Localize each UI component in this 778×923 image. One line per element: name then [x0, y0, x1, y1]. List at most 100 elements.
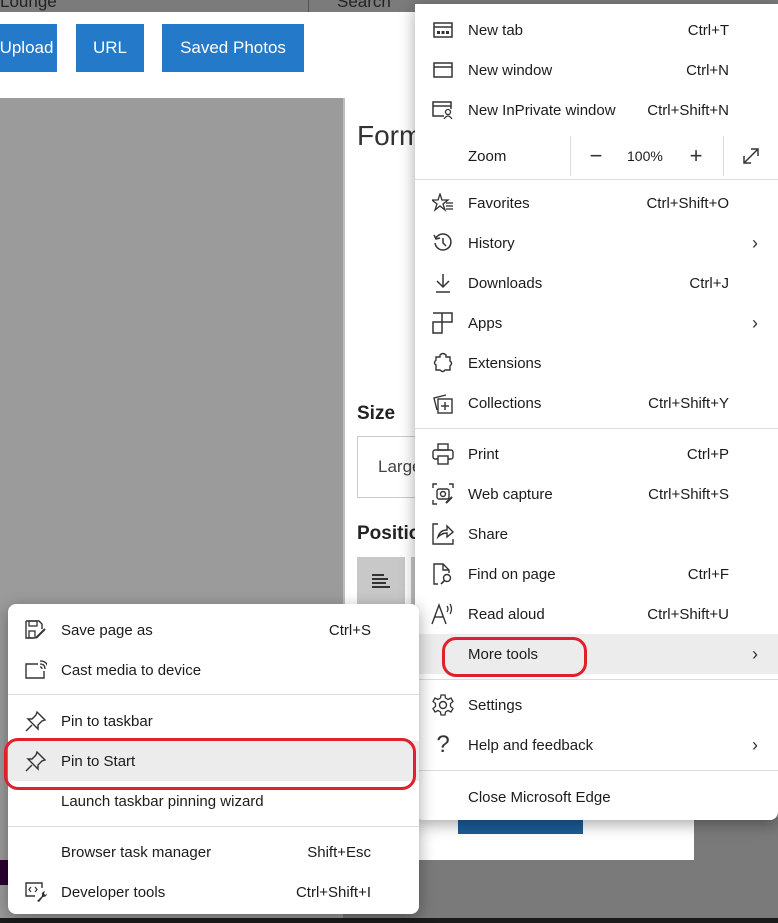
- shortcut: Ctrl+S: [328, 621, 371, 639]
- menu-item-label: Apps: [468, 314, 503, 332]
- menu-item-label: Favorites: [468, 194, 530, 212]
- menu-item-pin-to-start[interactable]: Pin to Start: [8, 741, 419, 781]
- tab-lounge[interactable]: Lounge: [0, 0, 57, 12]
- menu-item-label: Share: [468, 525, 509, 543]
- menu-item-print[interactable]: Print Ctrl+P: [415, 434, 778, 474]
- menu-item-label: Collections: [468, 394, 542, 412]
- menu-item-label: Find on page: [468, 565, 556, 583]
- menu-item-new-tab[interactable]: New tab Ctrl+T: [415, 10, 778, 50]
- menu-item-label: Print: [468, 445, 499, 463]
- inprivate-icon: [431, 98, 455, 122]
- menu-item-find-on-page[interactable]: Find on page Ctrl+F: [415, 554, 778, 594]
- menu-item-downloads[interactable]: Downloads Ctrl+J: [415, 263, 778, 303]
- menu-item-settings[interactable]: Settings: [415, 685, 778, 725]
- help-icon: ?: [436, 731, 450, 758]
- menu-item-developer-tools[interactable]: Developer tools Ctrl+Shift+I: [8, 872, 419, 912]
- size-label: Size: [357, 403, 396, 424]
- align-left-icon: [372, 574, 390, 588]
- shortcut: Ctrl+Shift+N: [647, 101, 729, 119]
- align-left-button[interactable]: [357, 557, 405, 605]
- menu-item-label: Web capture: [468, 485, 553, 503]
- fullscreen-icon: [743, 148, 759, 164]
- edge-settings-menu: New tab Ctrl+T New window Ctrl+N New InP…: [415, 4, 778, 820]
- pin-icon: [24, 749, 48, 773]
- upload-button[interactable]: Upload: [0, 24, 57, 72]
- zoom-out-button[interactable]: −: [582, 142, 610, 170]
- menu-item-label: Pin to Start: [61, 752, 136, 770]
- chevron-right-icon: ›: [752, 232, 758, 253]
- shortcut: Ctrl+P: [686, 445, 729, 463]
- menu-item-apps[interactable]: Apps ›: [415, 303, 778, 343]
- menu-item-label: Launch taskbar pinning wizard: [61, 792, 264, 810]
- menu-item-extensions[interactable]: Extensions: [415, 343, 778, 383]
- read-aloud-icon: [431, 602, 455, 626]
- shortcut: Shift+Esc: [307, 843, 371, 861]
- menu-item-browser-task-manager[interactable]: Browser task manager Shift+Esc: [8, 832, 419, 872]
- menu-item-save-page-as[interactable]: Save page as Ctrl+S: [8, 610, 419, 650]
- new-tab-icon: [431, 18, 455, 42]
- menu-item-label: New tab: [468, 21, 524, 39]
- menu-item-label: More tools: [468, 645, 539, 663]
- menu-item-pin-to-taskbar[interactable]: Pin to taskbar: [8, 701, 419, 741]
- zoom-control: Zoom − 100% +: [415, 136, 778, 176]
- shortcut: Ctrl+T: [687, 21, 729, 39]
- divider: [415, 770, 778, 771]
- divider: [723, 136, 724, 176]
- save-page-icon: [24, 618, 48, 642]
- tab-search[interactable]: Search: [337, 0, 391, 12]
- divider: [570, 136, 571, 176]
- shortcut: Ctrl+Shift+I: [295, 883, 371, 901]
- favorites-icon: [431, 191, 455, 215]
- menu-item-new-inprivate[interactable]: New InPrivate window Ctrl+Shift+N: [415, 90, 778, 130]
- menu-item-close-edge[interactable]: Close Microsoft Edge: [415, 777, 778, 817]
- zoom-label: Zoom: [468, 148, 507, 165]
- shortcut: Ctrl+Shift+O: [646, 194, 729, 212]
- menu-item-collections[interactable]: Collections Ctrl+Shift+Y: [415, 383, 778, 423]
- divider: [8, 826, 419, 827]
- menu-item-label: New window: [468, 61, 553, 79]
- find-icon: [431, 562, 455, 586]
- menu-item-label: Developer tools: [61, 883, 166, 901]
- saved-photos-button[interactable]: Saved Photos: [162, 24, 304, 72]
- divider: [308, 0, 309, 12]
- menu-item-label: Extensions: [468, 354, 542, 372]
- apps-icon: [431, 311, 455, 335]
- menu-item-new-window[interactable]: New window Ctrl+N: [415, 50, 778, 90]
- developer-tools-icon: [24, 880, 48, 904]
- menu-item-label: History: [468, 234, 515, 252]
- zoom-value: 100%: [627, 148, 663, 164]
- new-window-icon: [431, 58, 455, 82]
- fullscreen-button[interactable]: [737, 142, 765, 170]
- chevron-right-icon: ›: [752, 643, 758, 664]
- shortcut: Ctrl+N: [686, 61, 729, 79]
- chevron-right-icon: ›: [752, 734, 758, 755]
- downloads-icon: [431, 271, 455, 295]
- divider: [415, 679, 778, 680]
- menu-item-label: Cast media to device: [61, 661, 202, 679]
- menu-item-web-capture[interactable]: Web capture Ctrl+Shift+S: [415, 474, 778, 514]
- zoom-in-button[interactable]: +: [682, 142, 710, 170]
- menu-item-label: New InPrivate window: [468, 101, 616, 119]
- menu-item-more-tools[interactable]: More tools ›: [415, 634, 778, 674]
- menu-item-label: Settings: [468, 696, 523, 714]
- menu-item-label: Help and feedback: [468, 736, 594, 754]
- share-icon: [431, 522, 455, 546]
- menu-item-favorites[interactable]: Favorites Ctrl+Shift+O: [415, 183, 778, 223]
- url-button[interactable]: URL: [76, 24, 144, 72]
- menu-item-launch-pinning-wizard[interactable]: Launch taskbar pinning wizard: [8, 781, 419, 821]
- cast-icon: [24, 658, 48, 682]
- print-icon: [431, 442, 455, 466]
- menu-item-help-feedback[interactable]: ? Help and feedback ›: [415, 725, 778, 765]
- menu-item-share[interactable]: Share: [415, 514, 778, 554]
- shortcut: Ctrl+Shift+Y: [648, 394, 729, 412]
- screen: Lounge Search Upload URL Saved Photos Fo…: [0, 0, 778, 923]
- menu-item-history[interactable]: History ›: [415, 223, 778, 263]
- chevron-right-icon: ›: [752, 312, 758, 333]
- settings-icon: [431, 693, 455, 717]
- menu-item-label: Downloads: [468, 274, 543, 292]
- menu-item-label: Read aloud: [468, 605, 545, 623]
- menu-item-read-aloud[interactable]: Read aloud Ctrl+Shift+U: [415, 594, 778, 634]
- divider: [415, 179, 778, 180]
- menu-item-cast-media[interactable]: Cast media to device: [8, 650, 419, 690]
- shortcut: Ctrl+F: [687, 565, 729, 583]
